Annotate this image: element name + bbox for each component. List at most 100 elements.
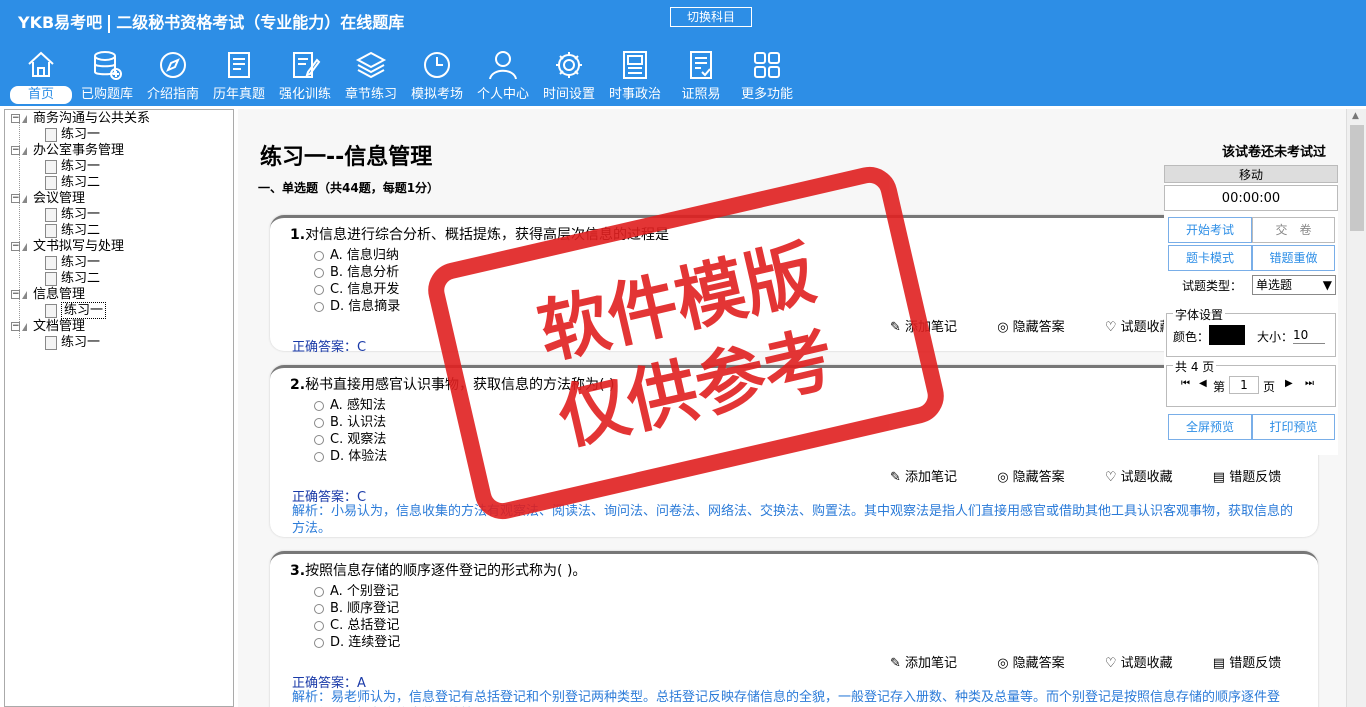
correct-answer: 正确答案：C [292, 340, 367, 355]
folder-icon [22, 146, 27, 155]
scroll-up-icon[interactable]: ▲ [1352, 111, 1359, 121]
tree-item[interactable]: 练习二 [45, 223, 100, 239]
font-size-input[interactable]: 10 [1293, 326, 1325, 344]
news-icon [623, 51, 647, 79]
nav-more[interactable]: 更多功能 [734, 48, 800, 104]
tree-item[interactable]: 练习二 [45, 271, 100, 287]
exam-timer: 00:00:00 [1164, 185, 1338, 211]
brand: YKB易考吧 二级秘书资格考试（专业能力）在线题库 [18, 9, 404, 33]
folder-icon [22, 194, 27, 203]
hide-answer-button[interactable]: ◎ 隐藏答案 [997, 470, 1083, 485]
option[interactable]: D. 信息摘录 [314, 295, 400, 314]
tree-chapter[interactable]: − 文档管理 [11, 319, 85, 335]
tree-chapter[interactable]: − 会议管理 [11, 191, 85, 207]
nav-mock-exam[interactable]: 模拟考场 [404, 48, 470, 104]
nav-current-affairs[interactable]: 时事政治 [602, 48, 668, 104]
next-page-icon[interactable]: ▶ [1285, 378, 1293, 389]
vertical-scrollbar[interactable]: ▲ [1346, 109, 1366, 707]
last-page-icon[interactable]: ⏭ [1305, 378, 1314, 389]
feedback-button[interactable]: ▤ 错题反馈 [1213, 470, 1299, 485]
folder-icon [22, 290, 27, 299]
favorite-button[interactable]: ♡ 试题收藏 [1105, 656, 1191, 671]
tree-chapter[interactable]: − 办公室事务管理 [11, 143, 124, 159]
nav-training[interactable]: 强化训练 [272, 48, 338, 104]
hide-answer-button[interactable]: ◎ 隐藏答案 [997, 656, 1083, 671]
chevron-down-icon: ▼ [1322, 278, 1332, 292]
nav-purchased[interactable]: 已购题库 [74, 48, 140, 104]
radio-button[interactable] [314, 586, 324, 597]
page-icon [45, 255, 57, 270]
radio-button[interactable] [314, 637, 324, 648]
tree-item[interactable]: 练习一 [45, 255, 100, 271]
page-suffix: 页 [1263, 380, 1276, 394]
color-swatch[interactable] [1209, 325, 1245, 345]
collapse-icon[interactable]: − [11, 114, 20, 123]
app-title: 二级秘书资格考试（专业能力）在线题库 [116, 13, 405, 32]
radio-button[interactable] [314, 250, 324, 261]
app-header: YKB易考吧 二级秘书资格考试（专业能力）在线题库 切换科目 首页 已购题库 介绍… [0, 0, 1366, 106]
explanation: 解析：易老师认为，信息登记有总括登记和个别登记两种类型。总括登记反映存储信息的全… [292, 690, 1281, 705]
nav-chapters[interactable]: 章节练习 [338, 48, 404, 104]
prev-page-icon[interactable]: ◀ [1199, 378, 1207, 389]
tree-chapter[interactable]: − 文书拟写与处理 [11, 239, 124, 255]
nav-certificates[interactable]: 证照易 [668, 48, 734, 104]
tree-chapter[interactable]: − 商务沟通与公共关系 [11, 111, 150, 127]
radio-button[interactable] [314, 267, 324, 278]
wrong-redo-button[interactable]: 错题重做 [1252, 245, 1335, 271]
favorite-button[interactable]: ♡ 试题收藏 [1105, 470, 1191, 485]
collapse-icon[interactable]: − [11, 242, 20, 251]
hide-answer-button[interactable]: ◎ 隐藏答案 [997, 320, 1083, 335]
scrollbar-thumb[interactable] [1350, 125, 1364, 231]
feedback-button[interactable]: ▤ 错题反馈 [1213, 656, 1299, 671]
radio-button[interactable] [314, 301, 324, 312]
question-tools: ✎ 添加笔记 ◎ 隐藏答案 ♡ 试题收藏 ▤ 错题反馈 [890, 466, 1317, 485]
nav-home[interactable]: 首页 [8, 48, 74, 104]
collapse-icon[interactable]: − [11, 194, 20, 203]
nav-profile[interactable]: 个人中心 [470, 48, 536, 104]
grid-icon [754, 52, 780, 78]
add-note-button[interactable]: ✎ 添加笔记 [890, 470, 975, 485]
radio-button[interactable] [314, 451, 324, 462]
radio-button[interactable] [314, 603, 324, 614]
font-settings-legend: 字体设置 [1173, 306, 1226, 323]
option[interactable]: D. 体验法 [314, 445, 387, 464]
tree-item-selected[interactable]: 练习一 [45, 302, 107, 319]
question-type-select[interactable]: 单选题 ▼ [1252, 275, 1336, 295]
tree-item[interactable]: 练习一 [45, 127, 100, 143]
tree-item[interactable]: 练习一 [45, 335, 100, 351]
add-note-button[interactable]: ✎ 添加笔记 [890, 656, 975, 671]
fullscreen-preview-button[interactable]: 全屏预览 [1168, 414, 1252, 440]
chapter-tree: − 商务沟通与公共关系 练习一 − 办公室事务管理 练习一 练习二 − 会议管理 练习… [4, 109, 234, 707]
submit-button[interactable]: 交 卷 [1252, 217, 1335, 243]
start-exam-button[interactable]: 开始考试 [1168, 217, 1252, 243]
radio-button[interactable] [314, 434, 324, 445]
radio-button[interactable] [314, 284, 324, 295]
page-icon [45, 159, 57, 174]
question-tools: ✎ 添加笔记 ◎ 隐藏答案 ♡ 试题收藏 ▤ 错题反馈 [890, 652, 1317, 671]
collapse-icon[interactable]: − [11, 146, 20, 155]
collapse-icon[interactable]: − [11, 290, 20, 299]
nav-past-papers[interactable]: 历年真题 [206, 48, 272, 104]
exam-status: 该试卷还未考试过 [1221, 145, 1326, 160]
tree-item[interactable]: 练习二 [45, 175, 100, 191]
gear-icon [556, 52, 582, 78]
folder-icon [22, 242, 27, 251]
tree-item[interactable]: 练习一 [45, 207, 100, 223]
question-stem: 3.按照信息存储的顺序逐件登记的形式称为( )。 [290, 563, 587, 579]
radio-button[interactable] [314, 417, 324, 428]
radio-button[interactable] [314, 400, 324, 411]
page-icon [45, 271, 57, 286]
card-mode-button[interactable]: 题卡模式 [1168, 245, 1252, 271]
tree-item[interactable]: 练习一 [45, 159, 100, 175]
radio-button[interactable] [314, 620, 324, 631]
collapse-icon[interactable]: − [11, 322, 20, 331]
nav-time-settings[interactable]: 时间设置 [536, 48, 602, 104]
option[interactable]: D. 连续登记 [314, 631, 400, 650]
tree-chapter[interactable]: − 信息管理 [11, 287, 85, 303]
print-preview-button[interactable]: 打印预览 [1252, 414, 1335, 440]
first-page-icon[interactable]: ⏮ [1181, 378, 1190, 389]
nav-guide[interactable]: 介绍指南 [140, 48, 206, 104]
page-input[interactable]: 1 [1229, 376, 1259, 394]
panel-drag-handle[interactable]: 移动 [1164, 165, 1338, 183]
switch-subject-button[interactable]: 切换科目 [670, 7, 752, 27]
